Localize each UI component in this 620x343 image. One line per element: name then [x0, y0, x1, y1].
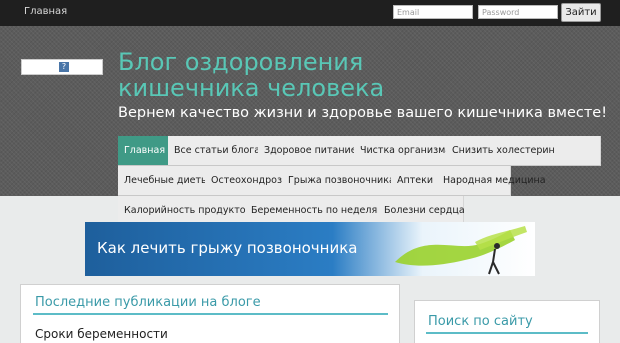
question-mark-icon: ?: [59, 62, 69, 72]
nav-item-pharmacies[interactable]: Аптеки: [391, 166, 441, 196]
top-home-link[interactable]: Главная: [24, 6, 67, 17]
nav-item-cholesterol[interactable]: Снизить холестерин: [446, 136, 601, 166]
blog-tagline: Вернем качество жизни и здоровье вашего …: [118, 105, 608, 121]
search-panel: Поиск по сайту: [414, 300, 600, 343]
top-bar: Главная Email Password Зайти: [0, 0, 620, 26]
nav-item-osteochondrosis[interactable]: Остеохондроз: [205, 166, 289, 196]
search-panel-underline: [426, 332, 588, 334]
nav-item-body-cleanse[interactable]: Чистка организма: [354, 136, 459, 166]
nav-item-all-articles[interactable]: Все статьи блога: [168, 136, 268, 166]
latest-posts-panel: Последние публикации на блоге Сроки бере…: [20, 284, 400, 343]
nav-item-spine-hernia[interactable]: Грыжа позвоночника: [282, 166, 402, 196]
banner-figure-image: [395, 226, 527, 275]
latest-posts-underline: [33, 313, 388, 315]
nav-item-healthy-food[interactable]: Здоровое питание: [258, 136, 364, 166]
logo-image[interactable]: ?: [21, 59, 103, 75]
blog-title[interactable]: Блог оздоровления кишечника человека: [118, 49, 458, 101]
post-title-link[interactable]: Сроки беременности: [35, 327, 168, 341]
password-field[interactable]: Password: [478, 5, 558, 19]
nav-item-home[interactable]: Главная: [118, 136, 173, 166]
banner-text: Как лечить грыжу позвоночника: [97, 239, 358, 257]
search-panel-title: Поиск по сайту: [428, 314, 533, 329]
promo-banner[interactable]: Как лечить грыжу позвоночника: [85, 222, 535, 276]
email-field[interactable]: Email: [393, 5, 473, 19]
login-button[interactable]: Зайти: [561, 3, 601, 22]
nav-item-diets[interactable]: Лечебные диеты: [118, 166, 216, 196]
nav-item-folk-medicine[interactable]: Народная медицина: [437, 166, 546, 196]
latest-posts-title: Последние публикации на блоге: [35, 295, 261, 310]
